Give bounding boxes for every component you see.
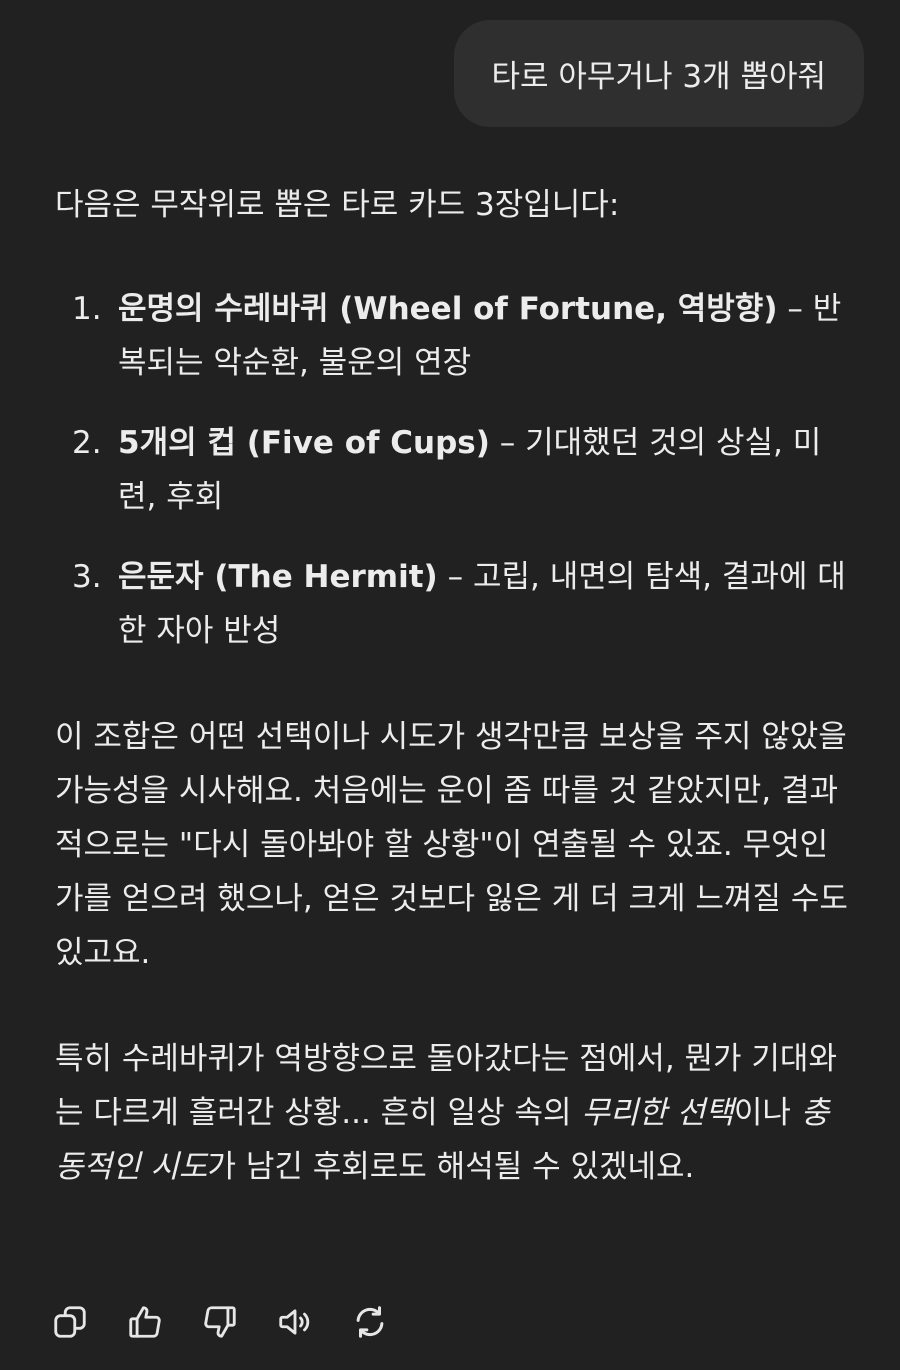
list-item: 2. 5개의 컵 (Five of Cups) – 기대했던 것의 상실, 미련… [55,416,855,524]
card-name: 운명의 수레바퀴 (Wheel of Fortune, 역방향) [118,291,778,327]
regenerate-button[interactable] [350,1302,390,1342]
assistant-intro: 다음은 무작위로 뽑은 타로 카드 3장입니다: [55,187,620,223]
paragraph-text: 가 남긴 후회로도 해석될 수 있겠네요. [207,1149,695,1185]
list-item: 1. 운명의 수레바퀴 (Wheel of Fortune, 역방향) – 반복… [55,282,855,390]
thumbs-up-icon [129,1306,161,1338]
thumbs-up-button[interactable] [125,1302,165,1342]
copy-button[interactable] [50,1302,90,1342]
interpretation-paragraph-2: 특히 수레바퀴가 역방향으로 돌아갔다는 점에서, 뭔가 기대와는 다르게 흘러… [55,1032,855,1194]
user-message-text: 타로 아무거나 3개 뽑아줘 [491,59,826,95]
card-name: 5개의 컵 (Five of Cups) [118,425,490,461]
assistant-message: 다음은 무작위로 뽑은 타로 카드 3장입니다: 1. 운명의 수레바퀴 (Wh… [55,178,855,1194]
interpretation-paragraph: 이 조합은 어떤 선택이나 시도가 생각만큼 보상을 주지 않았을 가능성을 시… [55,719,848,971]
speaker-icon [279,1309,310,1335]
card-name: 은둔자 (The Hermit) [118,559,438,595]
emphasis-text: 무리한 선택 [581,1095,734,1131]
list-number: 1. [72,291,102,327]
thumbs-down-button[interactable] [200,1302,240,1342]
read-aloud-button[interactable] [275,1302,315,1342]
list-number: 2. [72,425,102,461]
regenerate-icon [356,1306,384,1338]
message-action-bar [50,1300,425,1344]
paragraph-text: 이나 [733,1095,801,1131]
copy-icon [54,1306,86,1338]
thumbs-down-icon [204,1306,236,1338]
list-number: 3. [72,559,102,595]
user-message-bubble: 타로 아무거나 3개 뽑아줘 [453,20,864,127]
tarot-card-list: 1. 운명의 수레바퀴 (Wheel of Fortune, 역방향) – 반복… [55,282,855,658]
list-item: 3. 은둔자 (The Hermit) – 고립, 내면의 탐색, 결과에 대한… [55,550,855,658]
